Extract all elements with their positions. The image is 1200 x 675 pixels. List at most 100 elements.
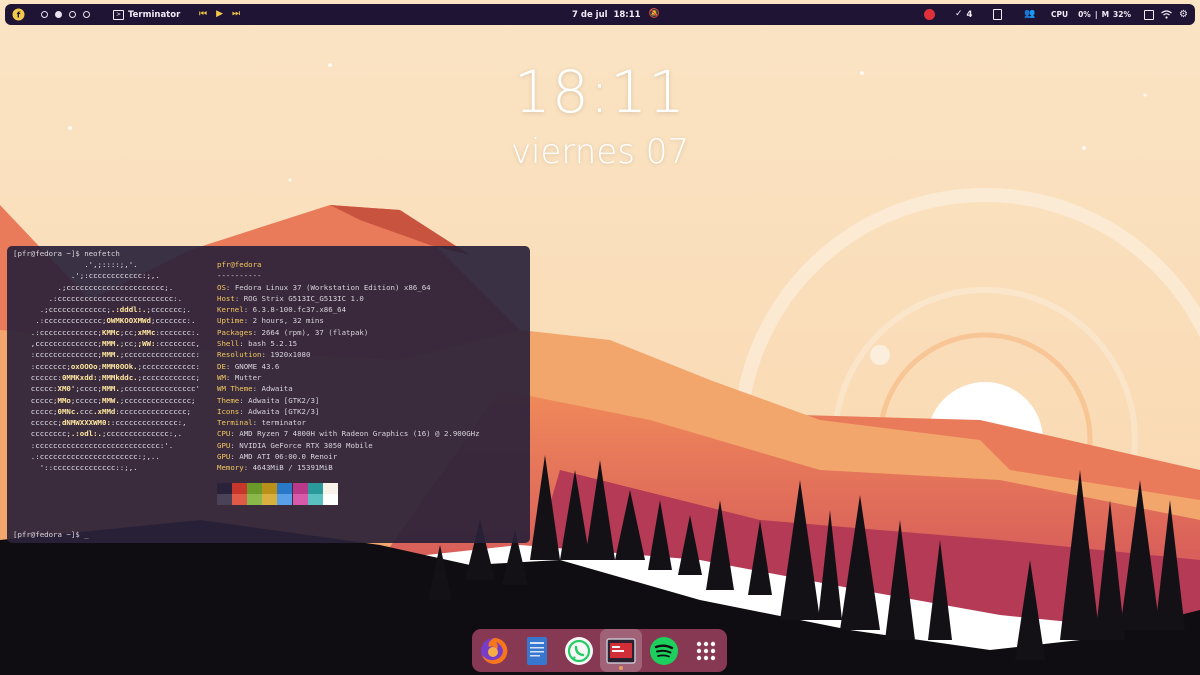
clipboard-icon[interactable] — [993, 4, 1002, 25]
info-value: AMD ATI 06:00.0 Renoir — [239, 452, 338, 462]
logo-segment: KMMc — [102, 327, 120, 337]
info-value: Adwaita — [261, 384, 293, 394]
color-swatch — [232, 494, 248, 505]
running-indicator — [619, 666, 623, 670]
logo-segment: ;cc; — [119, 327, 138, 337]
info-row: WM: Mutter — [217, 372, 480, 383]
logo-segment: ;cccccccccccccccc' — [119, 384, 200, 394]
workspace-1[interactable] — [41, 11, 48, 18]
info-row: Icons: Adwaita [GTK2/3] — [217, 406, 480, 417]
logo-segment: ccc — [79, 406, 94, 416]
info-value: 2664 (rpm), 37 (flatpak) — [261, 327, 369, 337]
logo-segment: 0MMKxdd: — [61, 372, 98, 382]
info-colon: : — [230, 440, 240, 450]
terminal-icon: > — [113, 9, 124, 20]
logo-segment: .',;::::;,'. — [13, 260, 138, 269]
terminal-window[interactable]: [pfr@fedora ~]$ neofetch .',;::::;,'. .'… — [7, 246, 530, 543]
info-colon: : — [243, 463, 253, 473]
workspace-2[interactable] — [55, 11, 62, 18]
info-colon: : — [225, 282, 235, 292]
whatsapp-icon[interactable] — [558, 629, 600, 672]
info-colon: : — [252, 327, 262, 337]
terminator-icon[interactable] — [600, 629, 642, 672]
screenshot-icon[interactable] — [1144, 4, 1154, 25]
desktop-clock-date: viernes 07 — [510, 132, 690, 172]
logo-segment: :ccccccc:. — [155, 327, 200, 337]
color-swatch — [247, 483, 263, 494]
info-value: ROG Strix G513IC_G513IC 1.0 — [243, 293, 364, 303]
spotify-icon[interactable] — [643, 629, 685, 672]
logo-segment: ;cc; — [119, 339, 138, 349]
logo-line: .',;::::;,'. — [13, 259, 200, 270]
record-icon[interactable] — [924, 4, 935, 25]
info-key: Memory — [217, 463, 244, 473]
logo-line: ccccc;0MNc.ccc.xMMd:ccccccccccccccc; — [13, 406, 200, 417]
logo-line: cccccc:0MMKxdd:;MMMkddc.;cccccccccccc; — [13, 372, 200, 383]
info-value: GNOME 43.6 — [234, 361, 280, 371]
workspace-indicator[interactable] — [41, 4, 97, 25]
fedora-logo-icon[interactable]: f — [12, 4, 25, 25]
workspace-4[interactable] — [83, 11, 90, 18]
info-value: bash 5.2.15 — [248, 339, 298, 349]
logo-segment: ;ccccccccccccccc; — [119, 395, 196, 405]
logo-segment: ;cccc; — [75, 384, 103, 394]
logo-line: :cccccccccccccccccccccccccccc:'. — [13, 440, 200, 451]
color-swatch — [262, 483, 278, 494]
logo-segment: cccccc: — [13, 372, 62, 382]
info-row: WM Theme: Adwaita — [217, 383, 480, 394]
info-row: Uptime: 2 hours, 32 mins — [217, 315, 480, 326]
people-icon[interactable]: 👥 — [1024, 4, 1035, 25]
workspace-3[interactable] — [69, 11, 76, 18]
info-row: Resolution: 1920x1080 — [217, 349, 480, 360]
settings-icon[interactable]: ⚙ — [1179, 4, 1188, 25]
previous-track-icon[interactable]: ⏮ — [199, 10, 207, 19]
info-row: DE: GNOME 43.6 — [217, 361, 480, 372]
logo-segment: MMM. — [102, 339, 120, 349]
next-track-icon[interactable]: ⏭ — [232, 10, 240, 19]
logo-segment: MMo — [57, 395, 71, 405]
info-colon: : — [234, 293, 244, 303]
logo-line: '::cccccccccccccc::;,. — [13, 462, 200, 473]
info-key: WM Theme — [217, 384, 253, 394]
top-panel: f > Terminator ⏮ ▶ ⏭ 7 de jul 18:11 🔕 ✓ … — [5, 4, 1195, 25]
info-value: 2 hours, 32 mins — [252, 316, 324, 326]
logo-line: .;ccccccccccccc;.:dddl:.;ccccccc;. — [13, 304, 200, 315]
logo-segment: :cccccccc, — [155, 339, 200, 349]
logo-segment: dNMWXXXWM0: — [61, 418, 111, 428]
mem-value: 32% — [1113, 10, 1131, 19]
info-row: GPU: AMD ATI 06:00.0 Renoir — [217, 451, 480, 462]
active-window-title: Terminator — [128, 9, 181, 20]
updates-indicator[interactable]: ✓ 4 — [955, 4, 972, 25]
info-value: Fedora Linux 37 (Workstation Edition) x8… — [234, 282, 431, 292]
monitor-separator: | — [1094, 10, 1098, 19]
system-monitor[interactable]: CPU 0% | M 32% — [1051, 4, 1131, 25]
wifi-icon[interactable] — [1161, 4, 1172, 25]
info-row: Shell: bash 5.2.15 — [217, 338, 480, 349]
logo-segment: .:dddl:. — [110, 305, 147, 315]
active-window-menu[interactable]: > Terminator — [113, 4, 180, 25]
info-row: Theme: Adwaita [GTK2/3] — [217, 395, 480, 406]
color-swatch — [322, 483, 338, 494]
logo-segment: .:odl:. — [70, 429, 103, 439]
info-key: Shell — [217, 339, 240, 349]
text-editor-icon[interactable] — [516, 629, 558, 672]
logo-segment: .:ccccccccccccc; — [13, 316, 107, 326]
info-key: GPU — [217, 452, 231, 462]
info-key: Kernel — [217, 305, 244, 315]
logo-segment: ;cccccccccccc; — [137, 372, 200, 382]
logo-segment: :cccccccccccccc; — [13, 350, 102, 360]
app-grid-icon[interactable] — [685, 629, 727, 672]
clock-button[interactable]: 7 de jul 18:11 🔕 — [572, 4, 660, 25]
logo-segment: :cccccccccccccc:, — [110, 418, 187, 428]
info-key: OS — [217, 282, 226, 292]
info-row: Host: ROG Strix G513IC_G513IC 1.0 — [217, 293, 480, 304]
logo-line: .:ccccccccccccc;OWMKOOXMWd;ccccccc:. — [13, 315, 200, 326]
logo-segment: MMMkddc. — [102, 372, 138, 382]
logo-segment: OWMKOOXMWd — [106, 316, 151, 326]
logo-segment: xMMc — [137, 327, 156, 337]
firefox-icon[interactable] — [473, 629, 515, 672]
info-colon: : — [243, 316, 253, 326]
info-value: 6.3.8-100.fc37.x86_64 — [252, 305, 347, 315]
play-icon[interactable]: ▶ — [216, 10, 223, 19]
terminal-input-line[interactable]: [pfr@fedora ~]$ _ — [13, 529, 89, 540]
